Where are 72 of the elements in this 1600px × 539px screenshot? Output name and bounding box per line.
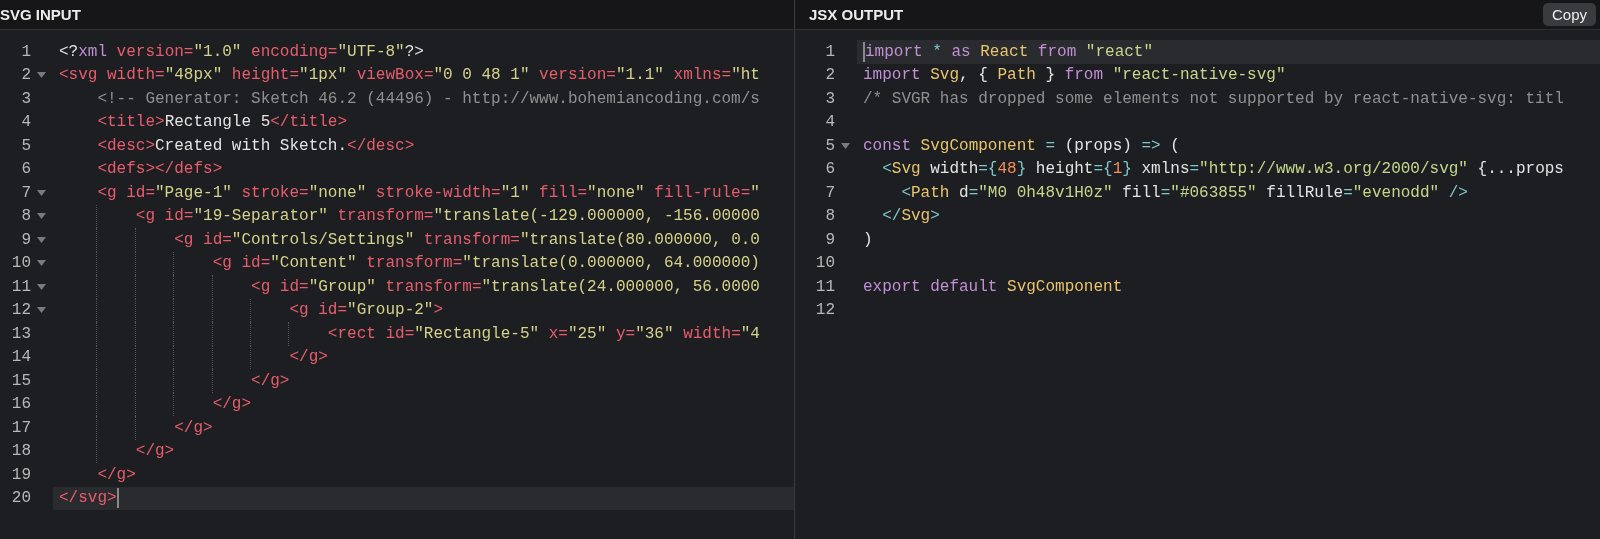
code-line: <svg width="48px" height="1px" viewBox="0 0 48 1" version="1.1" xmlns="ht <box>58 65 761 87</box>
line-number: 19 <box>10 465 31 484</box>
line-number: 5 <box>20 136 31 155</box>
line-number: 1 <box>824 42 835 61</box>
line-number: 9 <box>824 230 835 249</box>
line-number: 20 <box>10 489 31 508</box>
line-number: 7 <box>824 183 835 202</box>
panel-title: SVG INPUT <box>0 6 81 23</box>
line-number: 2 <box>824 66 835 85</box>
code-line: /* SVGR has dropped some elements not supported by react-native-svg: titl <box>862 88 1565 110</box>
fold-caret-icon[interactable] <box>37 260 46 267</box>
code-line: <g id="Content" transform="translate(0.000000, 64.000000) <box>53 251 794 275</box>
line-number: 4 <box>824 113 835 132</box>
text-cursor <box>863 41 865 62</box>
code-line: ) <box>862 229 874 251</box>
code-line: <g id="Controls/Settings" transform="translate(80.000000, 0.0 <box>53 228 794 252</box>
line-number: 16 <box>10 395 31 414</box>
fold-caret-icon[interactable] <box>37 189 46 196</box>
code-line: <defs></defs> <box>96 159 224 181</box>
code-line: </g> <box>53 439 794 463</box>
code-line: </g> <box>53 392 794 416</box>
fold-caret-icon[interactable] <box>841 142 850 149</box>
copy-button[interactable]: Copy <box>1542 3 1596 26</box>
line-number: 3 <box>20 89 31 108</box>
code-line: <?xml version="1.0" encoding="UTF-8"?> <box>58 41 425 63</box>
fold-caret-icon[interactable] <box>37 283 46 290</box>
line-number: 15 <box>10 371 31 390</box>
line-number: 3 <box>824 89 835 108</box>
line-number: 5 <box>824 136 835 155</box>
line-number: 11 <box>10 277 31 296</box>
line-number: 2 <box>20 66 31 85</box>
line-number: 6 <box>20 160 31 179</box>
line-number: 17 <box>10 418 31 437</box>
code-line: </g> <box>96 464 137 486</box>
fold-caret-icon[interactable] <box>37 307 46 314</box>
line-number: 14 <box>10 348 31 367</box>
line-number: 12 <box>10 301 31 320</box>
code-line: <g id="19-Separator" transform="translate(-129.000000, -156.00000 <box>53 204 794 228</box>
line-number: 1 <box>20 42 31 61</box>
line-number: 8 <box>20 207 31 226</box>
code-line: <g id="Page-1" stroke="none" stroke-width="1" fill="none" fill-rule=" <box>96 182 761 204</box>
panel-title: JSX OUTPUT <box>809 6 904 23</box>
line-number: 6 <box>824 160 835 179</box>
code-line: </g> <box>53 345 794 369</box>
fold-caret-icon[interactable] <box>37 72 46 79</box>
code-line: </g> <box>53 416 794 440</box>
line-number: 7 <box>20 183 31 202</box>
code-line: <!-- Generator: Sketch 46.2 (44496) - http://www.bohemiancoding.com/s <box>96 88 761 110</box>
code-line: <Path d="M0 0h48v1H0z" fill="#063855" fillRule="evenodd" /> <box>900 182 1469 204</box>
code-line: <desc>Created with Sketch.</desc> <box>96 135 416 157</box>
code-line: import Svg, { Path } from "react-native-svg" <box>862 65 1287 87</box>
line-number: 10 <box>10 254 31 273</box>
code-line: <title>Rectangle 5</title> <box>96 112 349 134</box>
code-line: <rect id="Rectangle-5" x="25" y="36" width="4 <box>53 322 794 346</box>
line-number: 18 <box>10 442 31 461</box>
line-number: 12 <box>814 301 835 320</box>
line-number: 10 <box>814 254 835 273</box>
line-number: 9 <box>20 230 31 249</box>
code-line: <g id="Group-2"> <box>53 298 794 322</box>
line-number: 4 <box>20 113 31 132</box>
line-number: 8 <box>824 207 835 226</box>
fold-caret-icon[interactable] <box>37 213 46 220</box>
code-line: export default SvgComponent <box>862 276 1124 298</box>
code-line: </Svg> <box>881 206 941 228</box>
text-cursor <box>116 488 119 509</box>
code-line: <g id="Group" transform="translate(24.000000, 56.0000 <box>53 275 794 299</box>
code-line: </g> <box>53 369 794 393</box>
line-number: 13 <box>10 324 31 343</box>
line-number: 11 <box>814 277 835 296</box>
code-line: <Svg width={48} height={1} xmlns="http://www.w3.org/2000/svg" {...props <box>881 159 1565 181</box>
fold-caret-icon[interactable] <box>37 236 46 243</box>
code-line: const SvgComponent = (props) => ( <box>862 135 1181 157</box>
